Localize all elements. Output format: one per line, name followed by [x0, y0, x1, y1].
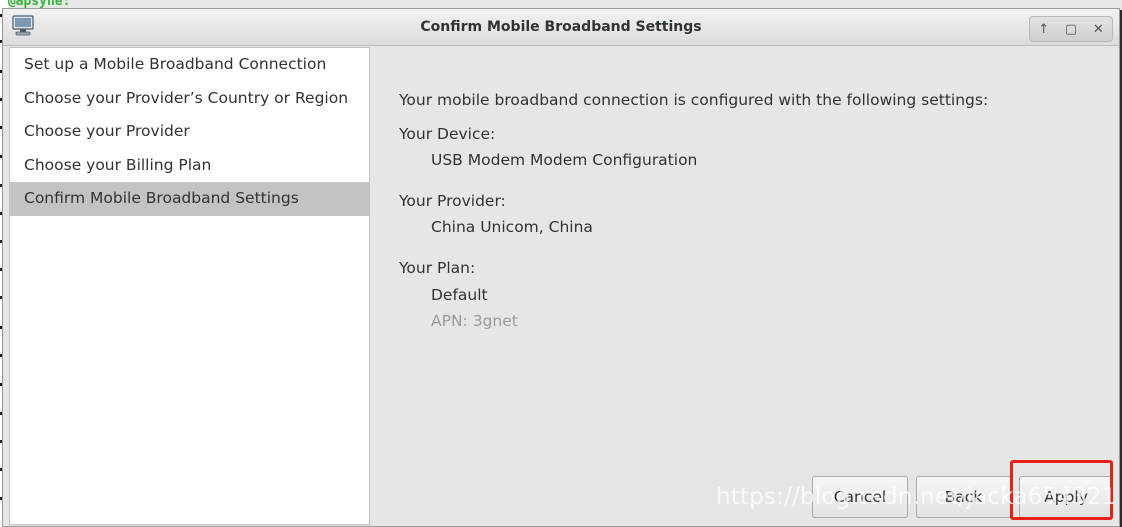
step-billing-plan: Choose your Billing Plan [24, 155, 212, 174]
cancel-button[interactable]: Cancel [812, 476, 908, 518]
step-confirm: Confirm Mobile Broadband Settings [10, 182, 369, 216]
step-country: Choose your Provider’s Country or Region [24, 88, 349, 107]
apn-value: APN: 3gnet [431, 312, 518, 330]
provider-label: Your Provider: [399, 192, 506, 210]
confirm-panel: Your mobile broadband connection is conf… [372, 47, 1117, 525]
back-button[interactable]: Back [916, 476, 1011, 518]
window-title: Confirm Mobile Broadband Settings [420, 19, 702, 35]
apply-highlight-box [1010, 460, 1113, 520]
broadband-wizard-window: Confirm Mobile Broadband Settings ↑ ▢ ✕ … [2, 8, 1120, 527]
plan-value: Default [431, 286, 488, 304]
device-value: USB Modem Modem Configuration [431, 151, 698, 169]
provider-value: China Unicom, China [431, 218, 593, 236]
window-controls: ↑ ▢ ✕ [1029, 16, 1113, 42]
intro-text: Your mobile broadband connection is conf… [399, 91, 989, 109]
plan-label: Your Plan: [399, 259, 476, 277]
step-provider: Choose your Provider [24, 122, 190, 141]
wizard-steps-sidebar: Set up a Mobile Broadband Connection Cho… [9, 47, 370, 525]
device-label: Your Device: [399, 125, 496, 143]
title-bar[interactable]: Confirm Mobile Broadband Settings ↑ ▢ ✕ [3, 9, 1119, 46]
restore-icon[interactable]: ▢ [1062, 20, 1080, 38]
close-icon[interactable]: ✕ [1089, 20, 1107, 38]
maximize-up-icon[interactable]: ↑ [1035, 20, 1053, 38]
step-setup: Set up a Mobile Broadband Connection [24, 55, 327, 73]
